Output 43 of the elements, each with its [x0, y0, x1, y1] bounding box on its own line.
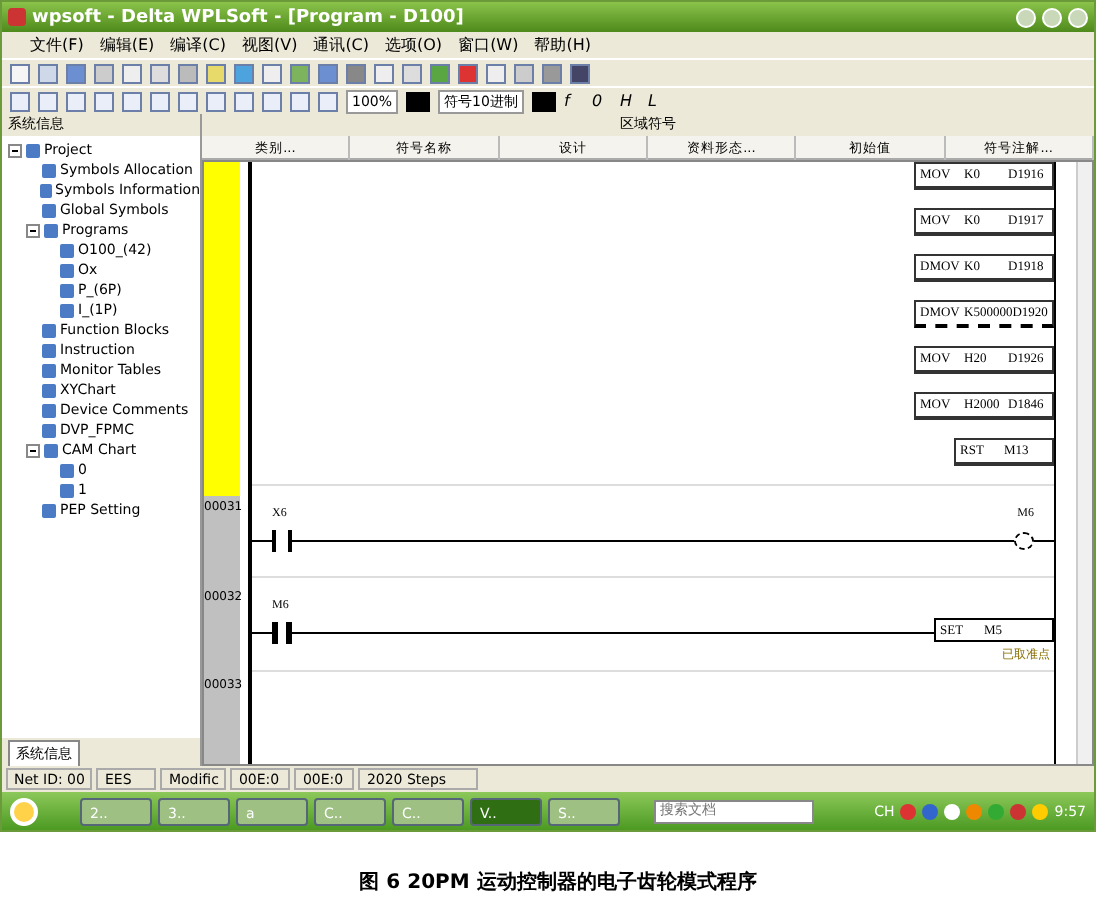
pulse-contact[interactable] — [272, 622, 292, 645]
color-swatch — [531, 91, 556, 111]
tree-node-icon — [42, 163, 56, 177]
app-icon — [8, 8, 26, 26]
color-swatch — [406, 91, 431, 111]
menu-item[interactable]: 文件(F) — [30, 34, 84, 56]
figure-caption: 图 6 20PM 运动控制器的电子齿轮模式程序 — [357, 868, 759, 896]
tree-node-icon — [60, 283, 74, 297]
toolbar-label[interactable]: f — [563, 92, 584, 110]
coil[interactable] — [1014, 531, 1034, 550]
tree-node-icon — [60, 463, 74, 477]
tree-node-icon — [26, 143, 40, 157]
tree-node-icon — [60, 483, 74, 497]
menu-item[interactable]: 编辑(E) — [99, 34, 155, 56]
tree-node-icon — [42, 343, 56, 357]
tree-node-icon — [42, 423, 56, 437]
toolbar-label[interactable]: H — [619, 92, 640, 110]
expand-toggle[interactable] — [8, 143, 22, 157]
toolbar-label[interactable]: L — [647, 92, 668, 110]
tree-node-icon — [42, 383, 56, 397]
expand-toggle[interactable] — [26, 223, 40, 237]
scrollbar[interactable] — [1076, 162, 1092, 764]
menu-item[interactable]: 视图(V) — [241, 34, 298, 56]
menu-item[interactable]: 编译(C) — [170, 34, 226, 56]
start-button[interactable] — [10, 797, 38, 825]
tree-node-icon — [42, 203, 56, 217]
tree-node-icon — [42, 403, 56, 417]
tree-node-icon — [44, 223, 58, 237]
tree-node-icon — [60, 243, 74, 257]
menu-item[interactable]: 帮助(H) — [534, 34, 591, 56]
window-title: wpsoft - Delta WPLSoft - [Program - D100] — [32, 7, 466, 27]
tree-node-icon — [39, 183, 52, 197]
menu-item[interactable]: 通讯(C) — [313, 34, 370, 56]
menu-item[interactable]: 窗口(W) — [458, 34, 519, 56]
toolbar-label[interactable]: 0 — [591, 92, 612, 110]
tree-node-icon — [42, 363, 56, 377]
menu-item[interactable]: 选项(O) — [385, 34, 443, 56]
tree-node-icon — [42, 503, 56, 517]
expand-toggle[interactable] — [26, 443, 40, 457]
tree-node-icon — [44, 443, 58, 457]
tree-node-icon — [60, 303, 74, 317]
tree-node-icon — [60, 263, 74, 277]
tree-node-icon — [42, 323, 56, 337]
